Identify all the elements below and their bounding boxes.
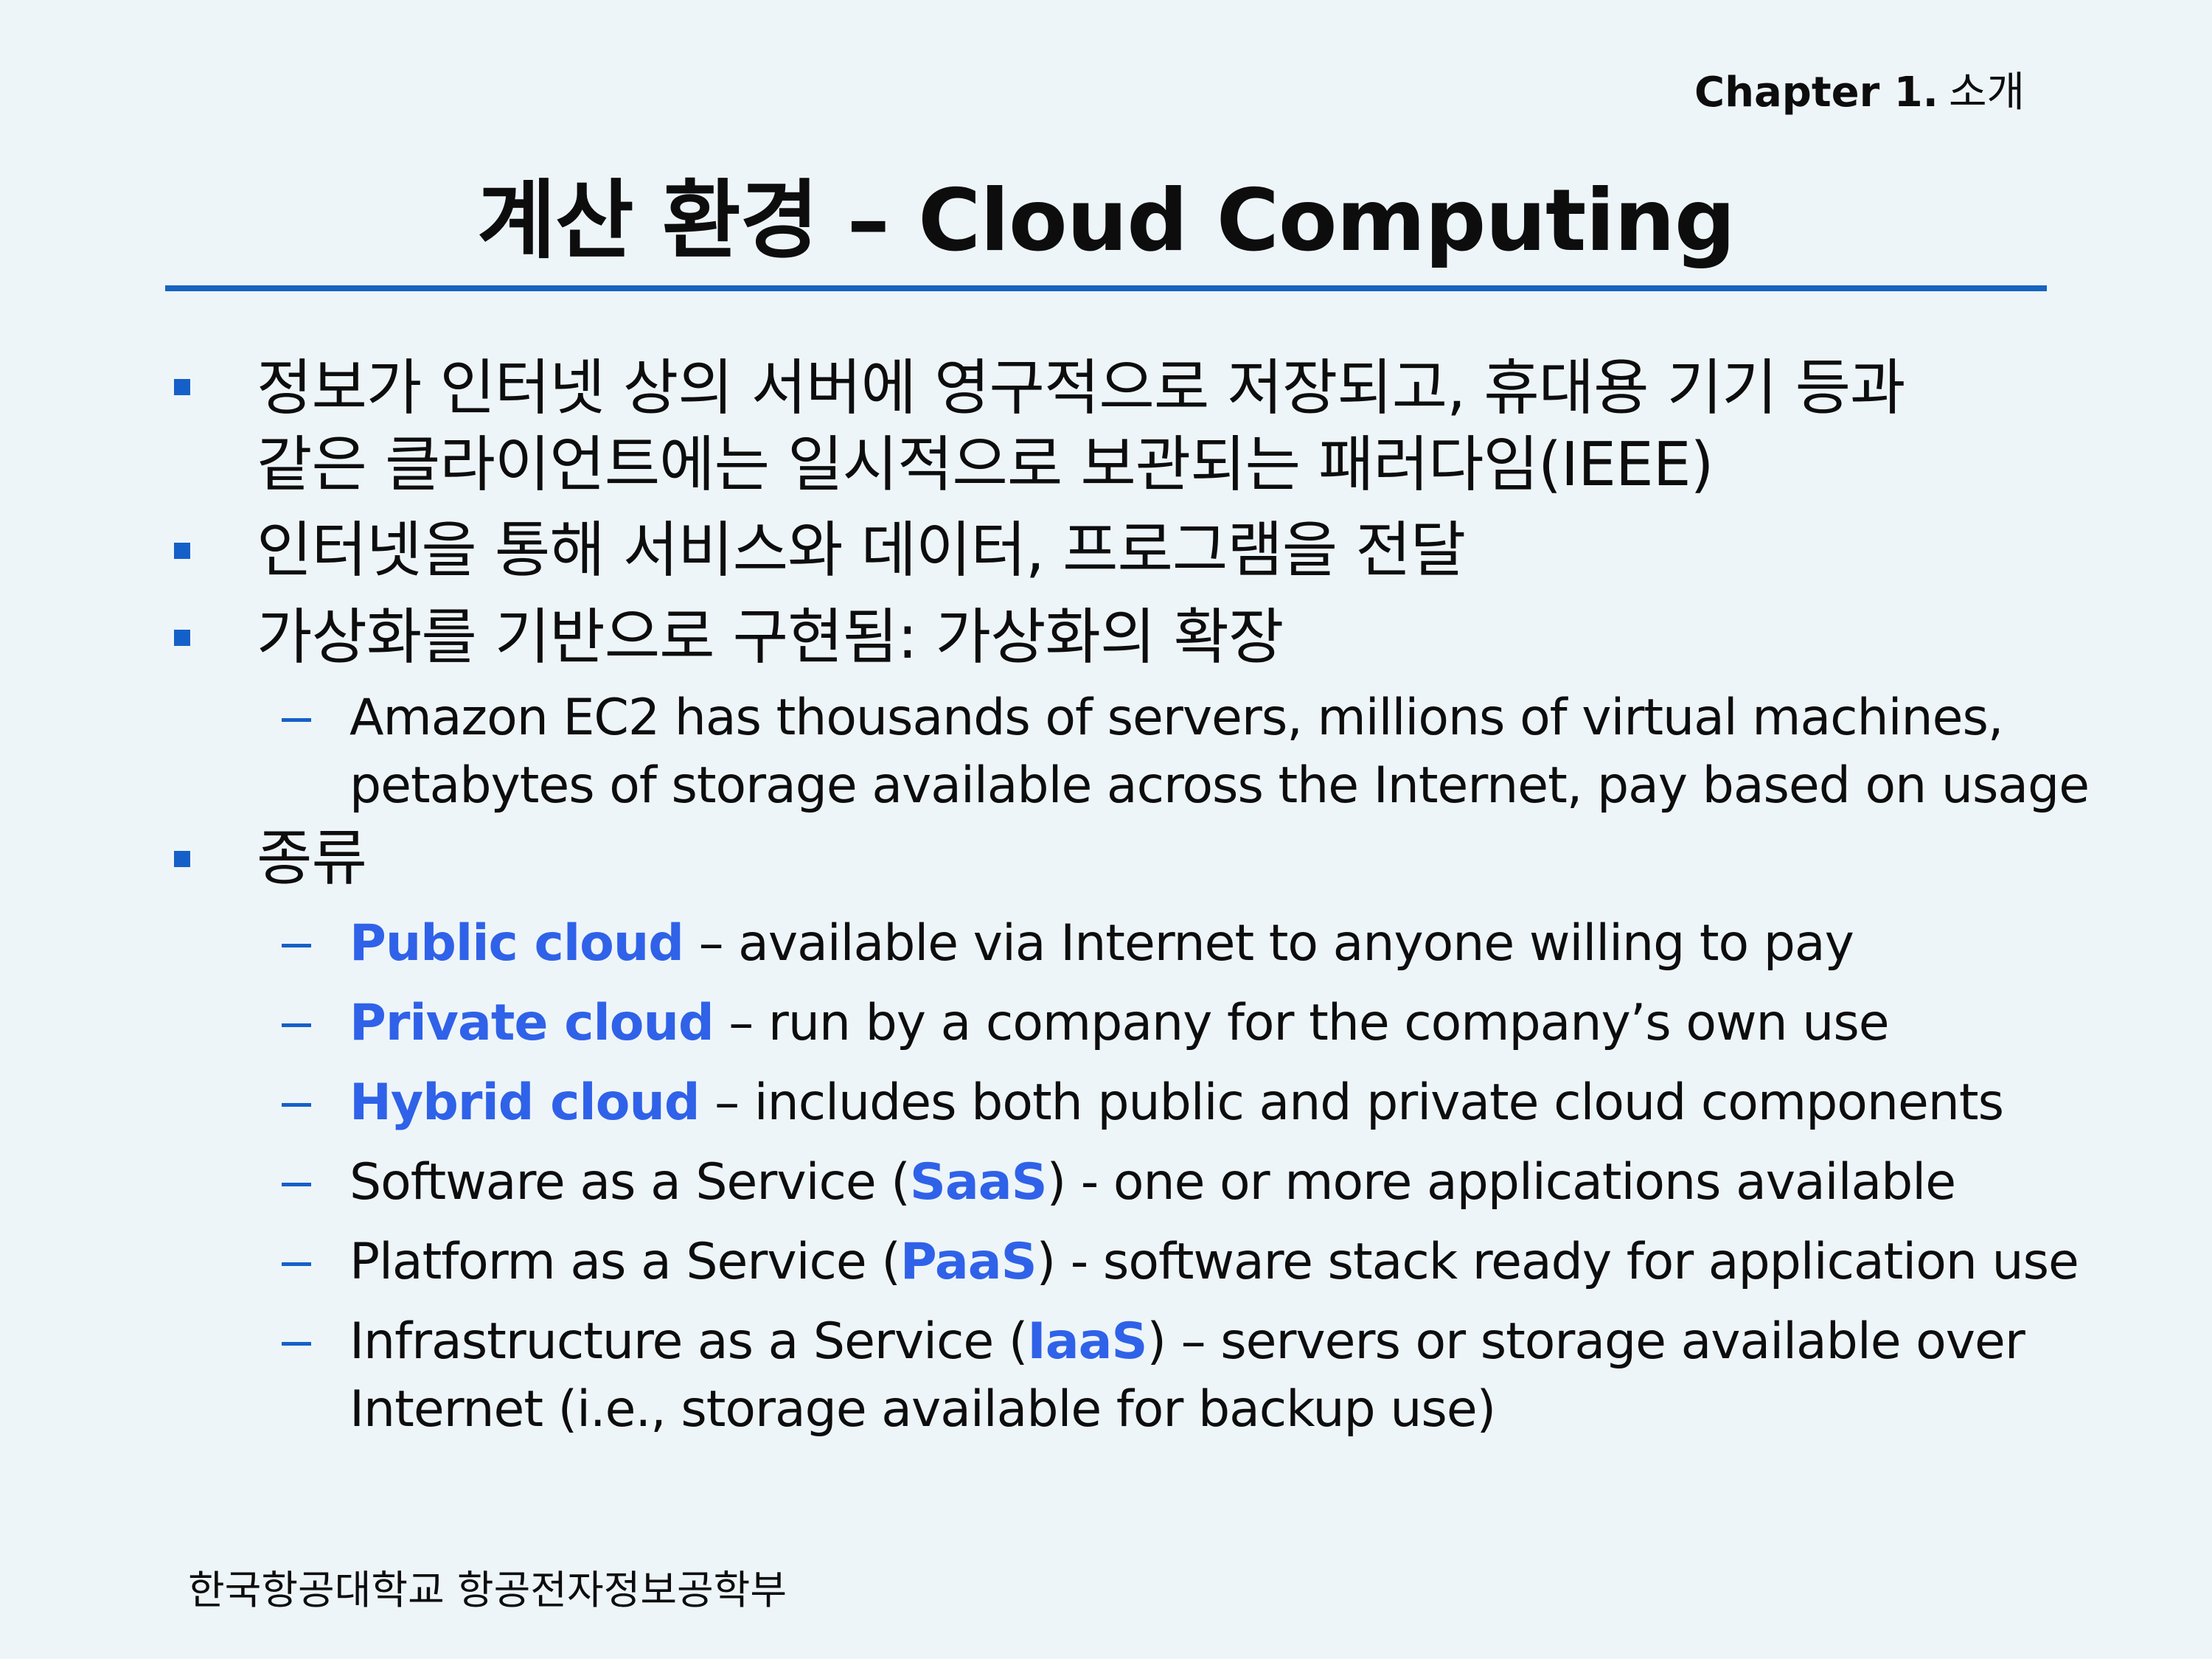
iaas-item: Infrastructure as a Service (IaaS) – ser…	[349, 1317, 2025, 1367]
bullet-3: 가상화를 기반으로 구현됨: 가상화의 확장	[257, 602, 1284, 672]
private-cloud-desc: – run by a company for the company’s own…	[713, 994, 1889, 1052]
term-paas: PaaS	[900, 1233, 1037, 1291]
slide-title: 계산 환경 – Cloud Computing	[477, 171, 1736, 271]
hybrid-cloud-item: Hybrid cloud – includes both public and …	[349, 1078, 2004, 1128]
private-cloud-item: Private cloud – run by a company for the…	[349, 998, 1890, 1048]
dash-marker	[282, 1262, 311, 1266]
iaas-desc: ) – servers or storage available over	[1147, 1312, 2025, 1371]
title-underline	[165, 285, 2047, 291]
saas-item: Software as a Service (SaaS) - one or mo…	[349, 1158, 1956, 1208]
bullet-marker	[174, 543, 190, 559]
dash-marker	[282, 1103, 311, 1107]
dash-marker	[282, 718, 311, 722]
paas-desc: ) - software stack ready for application…	[1036, 1233, 2079, 1291]
saas-prefix: Software as a Service (	[349, 1153, 911, 1211]
bullet-marker	[174, 851, 190, 867]
chapter-name: 소개	[1948, 69, 2025, 116]
iaas-line-2: Internet (i.e., storage available for ba…	[349, 1380, 1496, 1439]
chapter-label: Chapter 1. 소개	[1694, 59, 2025, 119]
ec2-line-1: Amazon EC2 has thousands of servers, mil…	[349, 689, 2004, 747]
saas-desc: ) - one or more applications available	[1046, 1153, 1956, 1211]
bullet-2: 인터넷을 통해 서비스와 데이터, 프로그램을 전달	[257, 515, 1466, 585]
paas-prefix: Platform as a Service (	[349, 1233, 901, 1291]
term-hybrid-cloud: Hybrid cloud	[349, 1074, 700, 1132]
public-cloud-desc: – available via Internet to anyone willi…	[683, 914, 1854, 973]
dash-marker	[282, 1342, 311, 1346]
bullet-4: 종류	[257, 824, 367, 894]
dash-marker	[282, 1183, 311, 1186]
term-saas: SaaS	[909, 1153, 1048, 1211]
paas-item: Platform as a Service (PaaS) - software …	[349, 1237, 2079, 1287]
iaas-prefix: Infrastructure as a Service (	[349, 1312, 1028, 1371]
ec2-line-2: petabytes of storage available across th…	[349, 757, 2090, 815]
chapter-number: Chapter 1.	[1694, 69, 1938, 116]
bullet-1-line-2: 같은 클라이언트에는 일시적으로 보관되는 패러다임(IEEE)	[257, 430, 1714, 500]
term-private-cloud: Private cloud	[349, 994, 714, 1052]
footer-affiliation: 한국항공대학교 항공전자정보공학부	[188, 1567, 787, 1613]
public-cloud-item: Public cloud – available via Internet to…	[349, 919, 1854, 969]
term-public-cloud: Public cloud	[349, 914, 684, 973]
dash-marker	[282, 944, 311, 947]
bullet-marker	[174, 379, 190, 395]
bullet-1-line-1: 정보가 인터넷 상의 서버에 영구적으로 저장되고, 휴대용 기기 등과	[257, 353, 1905, 423]
bullet-marker	[174, 630, 190, 646]
term-iaas: IaaS	[1027, 1312, 1147, 1371]
hybrid-cloud-desc: – includes both public and private cloud…	[699, 1074, 2004, 1132]
dash-marker	[282, 1023, 311, 1027]
